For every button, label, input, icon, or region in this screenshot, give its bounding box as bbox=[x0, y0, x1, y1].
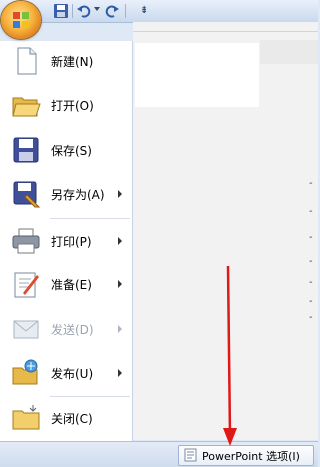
office-menu: 新建(N) 打开(O) 保存(S) 另存为(A) 打印(P) 准备(E) 发送(… bbox=[0, 41, 133, 441]
publish-icon bbox=[12, 359, 38, 385]
menu-item-label: 打印(P) bbox=[51, 235, 92, 249]
submenu-arrow-icon bbox=[118, 325, 122, 333]
menu-item-close[interactable]: 关闭(C) bbox=[0, 398, 132, 438]
menu-item-label: 另存为(A) bbox=[51, 188, 105, 202]
menu-separator bbox=[50, 218, 130, 219]
panel-band bbox=[260, 40, 318, 64]
panel-edge-mark: - bbox=[309, 206, 313, 217]
quick-access-toolbar: ⇟ bbox=[0, 0, 318, 23]
powerpoint-options-button[interactable]: PowerPoint 选项(I) bbox=[178, 445, 314, 466]
menu-item-label: 准备(E) bbox=[51, 278, 92, 292]
toolbar-separator bbox=[72, 4, 73, 18]
submenu-arrow-icon bbox=[118, 237, 122, 245]
menu-item-label: 发送(D) bbox=[51, 323, 94, 337]
menu-separator bbox=[50, 396, 130, 397]
close-folder-icon bbox=[12, 405, 40, 430]
save-disk-icon bbox=[13, 137, 39, 163]
panel-edge-mark: - bbox=[309, 178, 313, 189]
panel-edge-mark: - bbox=[309, 256, 313, 267]
undo-icon[interactable] bbox=[76, 3, 92, 19]
panel-edge-mark: - bbox=[309, 312, 313, 323]
customize-toolbar-icon[interactable]: ⇟ bbox=[140, 5, 148, 16]
redo-icon[interactable] bbox=[104, 3, 120, 19]
menu-item-prepare[interactable]: 准备(E) bbox=[0, 264, 132, 304]
office-button[interactable] bbox=[1, 1, 41, 39]
save-icon[interactable] bbox=[53, 3, 69, 19]
options-button-label: PowerPoint 选项(I) bbox=[202, 450, 300, 463]
panel-edge-mark: - bbox=[309, 296, 313, 307]
toolbar-separator bbox=[125, 4, 126, 18]
options-icon bbox=[184, 448, 197, 462]
save-as-icon bbox=[13, 181, 41, 208]
office-logo-icon bbox=[13, 12, 29, 28]
prepare-icon bbox=[14, 272, 39, 298]
panel-edge-mark: - bbox=[309, 232, 313, 243]
menu-item-open[interactable]: 打开(O) bbox=[0, 85, 132, 125]
menu-item-save[interactable]: 保存(S) bbox=[0, 130, 132, 170]
panel-divider bbox=[133, 31, 318, 32]
menu-item-publish[interactable]: 发布(U) bbox=[0, 353, 132, 393]
menu-item-label: 关闭(C) bbox=[51, 412, 93, 426]
recent-documents-list bbox=[135, 43, 259, 107]
send-icon bbox=[13, 320, 39, 339]
open-folder-icon bbox=[12, 97, 41, 117]
menu-item-send[interactable]: 发送(D) bbox=[0, 309, 132, 349]
undo-dropdown-icon[interactable] bbox=[94, 7, 100, 11]
menu-item-label: 发布(U) bbox=[51, 367, 94, 381]
menu-item-new[interactable]: 新建(N) bbox=[0, 41, 132, 81]
menu-item-print[interactable]: 打印(P) bbox=[0, 221, 132, 261]
new-document-icon bbox=[17, 47, 37, 75]
office-menu-footer: PowerPoint 选项(I) bbox=[0, 441, 318, 467]
submenu-arrow-icon bbox=[118, 280, 122, 288]
menu-item-label: 新建(N) bbox=[51, 55, 94, 69]
menu-item-label: 保存(S) bbox=[51, 144, 92, 158]
submenu-arrow-icon bbox=[118, 190, 122, 198]
menu-item-label: 打开(O) bbox=[51, 99, 94, 113]
menu-item-save-as[interactable]: 另存为(A) bbox=[0, 174, 132, 214]
submenu-arrow-icon bbox=[118, 369, 122, 377]
printer-icon bbox=[12, 228, 40, 254]
panel-edge-mark: - bbox=[309, 277, 313, 288]
